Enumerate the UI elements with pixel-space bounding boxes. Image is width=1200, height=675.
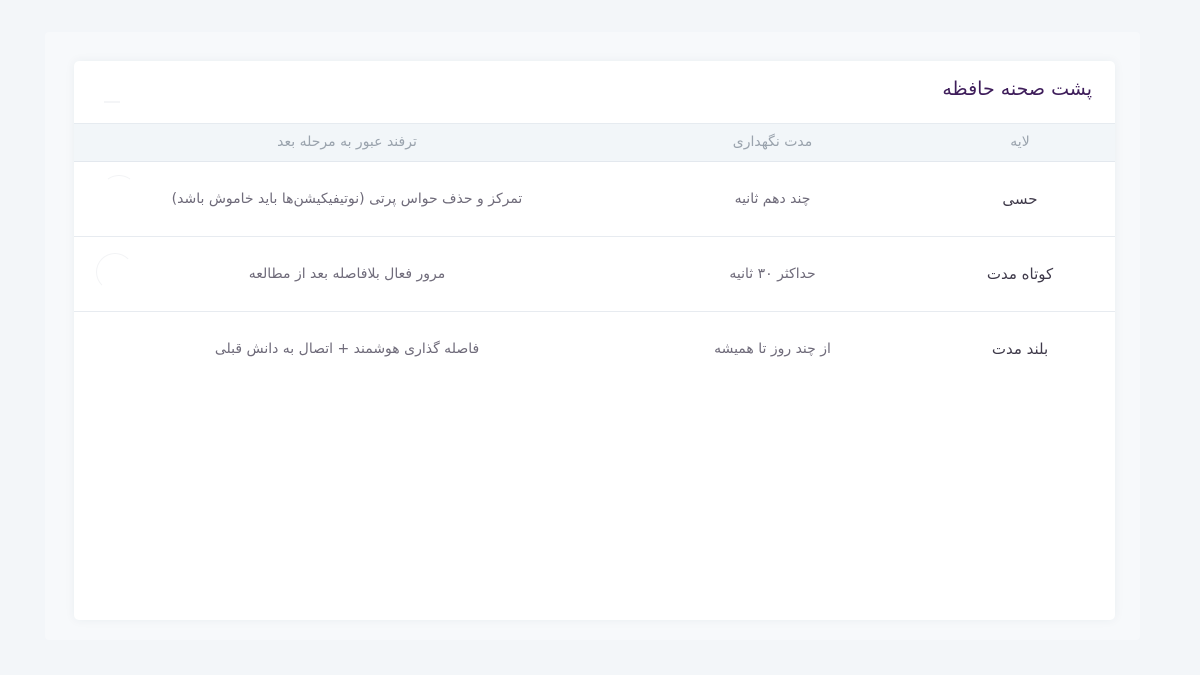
duration-cell: چند دهم ثانیه — [620, 161, 925, 237]
table-header-row: لایه مدت نگهداری ترفند عبور به مرحله بعد — [74, 124, 1115, 162]
table-row: کوتاه مدت حداکثر ۳۰ ثانیه مرور فعال بلاف… — [74, 236, 1115, 312]
card-title: پشت صحنه حافظه — [942, 78, 1092, 100]
tip-cell: تمرکز و حذف حواس پرتی (نوتیفیکیشن‌ها بای… — [74, 161, 620, 237]
layer-cell: کوتاه مدت — [925, 236, 1115, 312]
memory-layers-table: لایه مدت نگهداری ترفند عبور به مرحله بعد… — [74, 124, 1115, 386]
tip-cell: مرور فعال بلافاصله بعد از مطالعه — [74, 236, 620, 312]
column-header-duration: مدت نگهداری — [620, 124, 925, 162]
table-row: حسی چند دهم ثانیه تمرکز و حذف حواس پرتی … — [74, 161, 1115, 237]
column-header-layer: لایه — [925, 124, 1115, 162]
duration-cell: حداکثر ۳۰ ثانیه — [620, 236, 925, 312]
layer-cell: حسی — [925, 161, 1115, 237]
table-row: بلند مدت از چند روز تا همیشه فاصله گذاری… — [74, 311, 1115, 386]
duration-cell: از چند روز تا همیشه — [714, 340, 831, 357]
tip-cell: فاصله گذاری هوشمند + اتصال به دانش قبلی — [214, 340, 480, 357]
layer-cell: بلند مدت — [991, 339, 1049, 358]
memory-card: پشت صحنه حافظه لایه مدت نگهداری ترفند عب… — [74, 61, 1115, 620]
card-header: پشت صحنه حافظه — [74, 61, 1115, 124]
decorative-dash — [104, 101, 120, 103]
column-header-tip: ترفند عبور به مرحله بعد — [74, 124, 620, 162]
